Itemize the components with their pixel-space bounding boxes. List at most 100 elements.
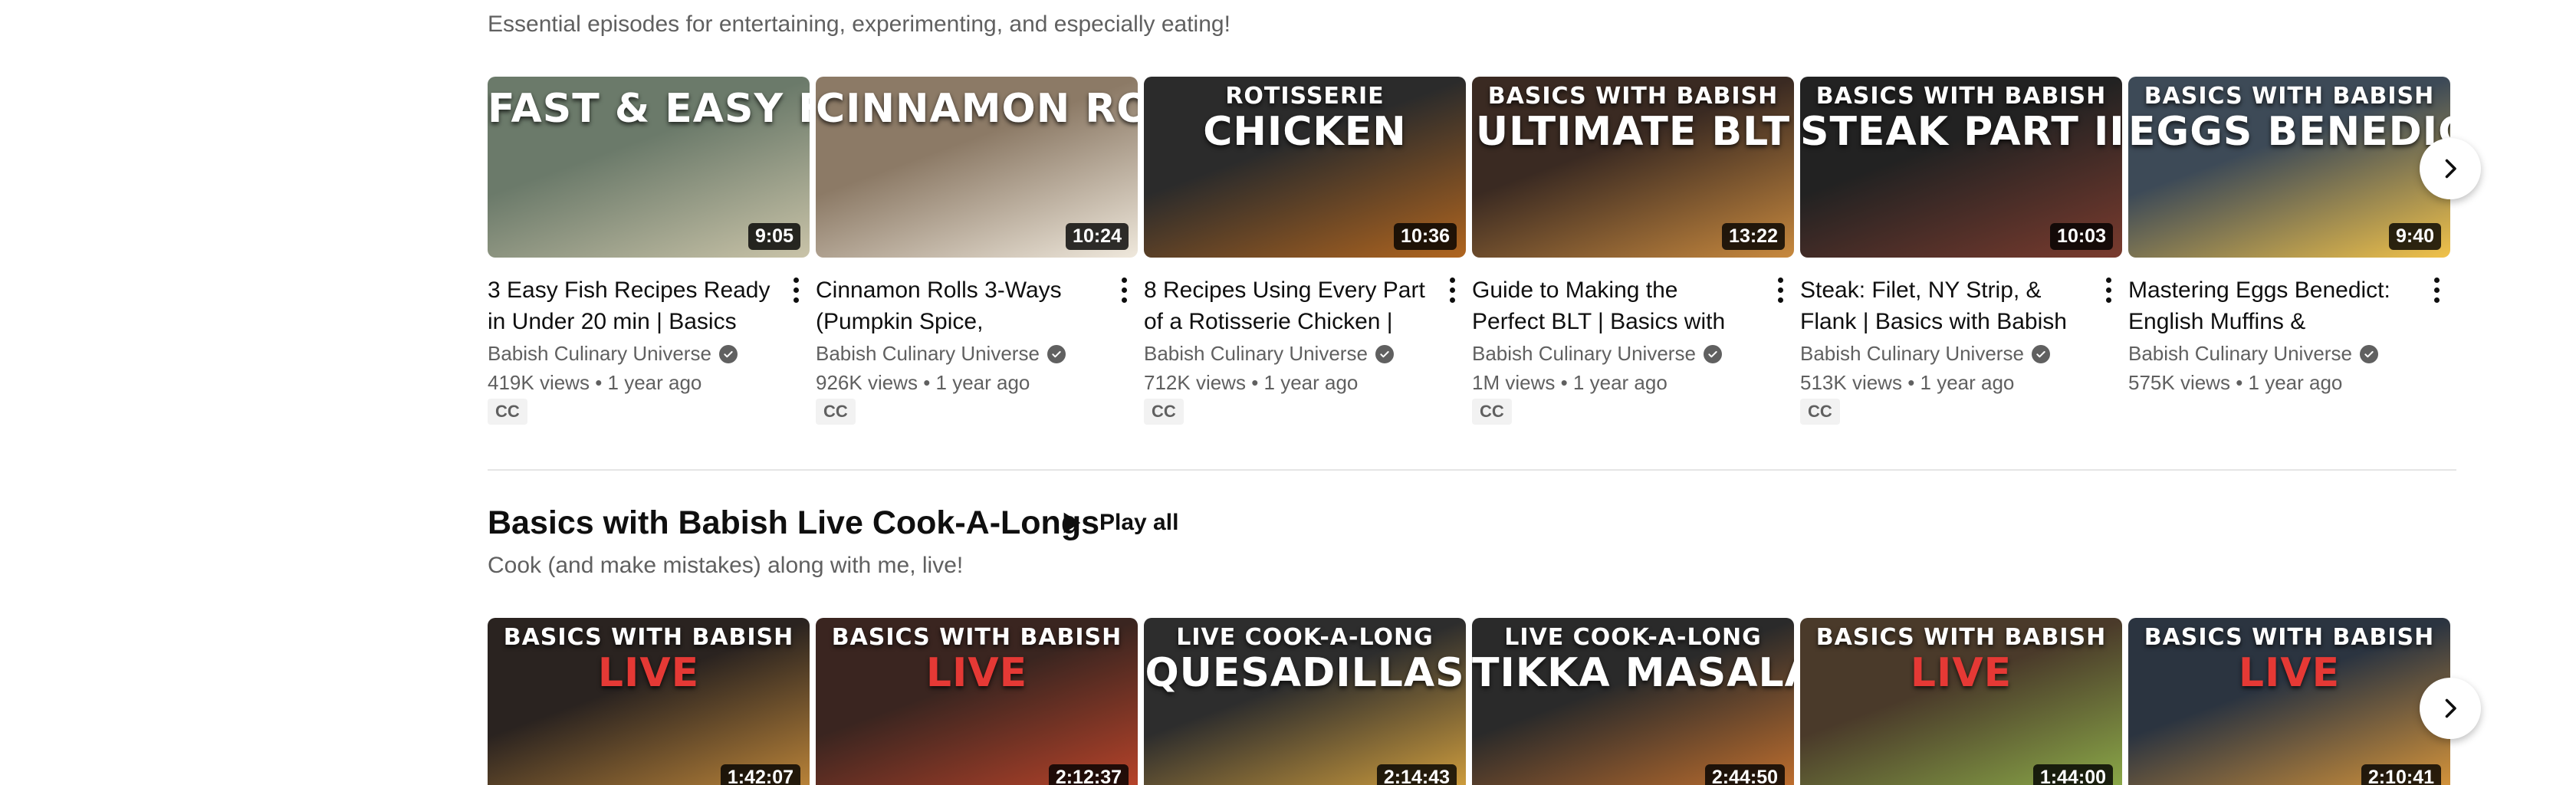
meta-separator: • <box>2229 371 2249 394</box>
upload-age: 1 year ago <box>1263 371 1359 394</box>
channel-name[interactable]: Babish Culinary Universe <box>816 342 1066 366</box>
more-vert-icon[interactable] <box>1444 274 1460 305</box>
view-count: 419K views <box>488 371 590 394</box>
video-thumbnail[interactable]: BASICS WITH BABISH STEAK PART II 10:03 <box>1800 77 2122 258</box>
video-title[interactable]: Cinnamon Rolls 3-Ways (Pumpkin Spice, St… <box>816 274 1099 337</box>
thumbnail-title: LIVE <box>597 650 700 696</box>
video-duration: 9:05 <box>748 223 800 250</box>
cc-badge: CC <box>1472 399 1512 425</box>
video-duration: 10:03 <box>2050 223 2113 250</box>
meta-separator: • <box>1901 371 1921 394</box>
video-card[interactable]: CINNAMON ROLLS 10:24 Cinnamon Rolls 3-Ways… <box>816 77 1138 425</box>
verified-check-icon <box>718 344 738 363</box>
video-thumbnail[interactable]: ROTISSERIE CHICKEN 10:36 <box>1144 77 1466 258</box>
video-card[interactable]: BASICS WITH BABISH LIVE 2:12:37 <box>816 618 1138 785</box>
more-vert-icon[interactable] <box>2101 274 2116 305</box>
upload-age: 1 year ago <box>935 371 1030 394</box>
thumbnail-subtitle: BASICS WITH BABISH <box>2144 624 2435 651</box>
more-vert-icon[interactable] <box>1773 274 1788 305</box>
video-duration: 1:44:00 <box>2032 764 2113 785</box>
video-card[interactable]: BASICS WITH BABISH STEAK PART II 10:03 Stea… <box>1800 77 2122 425</box>
cc-badge: CC <box>1144 399 1184 425</box>
channel-name[interactable]: Babish Culinary Universe <box>1800 342 2050 366</box>
video-duration: 13:22 <box>1722 223 1785 250</box>
meta-separator: • <box>589 371 608 394</box>
video-duration: 10:24 <box>1066 223 1129 250</box>
video-card[interactable]: LIVE COOK-A-LONG TIKKA MASALA 2:44:50 <box>1472 618 1794 785</box>
thumbnail-subtitle: BASICS WITH BABISH <box>503 624 794 651</box>
section-title[interactable]: Basics with Babish Live Cook-A-Longs <box>488 503 1099 543</box>
thumbnail-subtitle: ROTISSERIE <box>1225 83 1385 110</box>
channel-name[interactable]: Babish Culinary Universe <box>1472 342 1722 366</box>
thumbnail-title: ULTIMATE BLT <box>1475 109 1791 155</box>
video-thumbnail[interactable]: LIVE COOK-A-LONG QUESADILLAS 2:14:43 <box>1144 618 1466 785</box>
video-card[interactable]: BASICS WITH BABISH LIVE 1:42:07 <box>488 618 810 785</box>
video-card[interactable]: BASICS WITH BABISHEGGS BENEDICT 9:40 Maste… <box>2128 77 2450 394</box>
video-thumbnail[interactable]: BASICS WITH BABISH LIVE 2:12:37 <box>816 618 1138 785</box>
video-title[interactable]: Steak: Filet, NY Strip, & Flank | Basics… <box>1800 274 2084 337</box>
channel-name-label: Babish Culinary Universe <box>1800 342 2024 365</box>
video-card[interactable]: BASICS WITH BABISH LIVE 1:44:00 <box>1800 618 2122 785</box>
play-icon <box>1063 512 1081 534</box>
channel-name[interactable]: Babish Culinary Universe <box>2128 342 2378 366</box>
video-duration: 1:42:07 <box>720 764 800 785</box>
meta-separator: • <box>917 371 936 394</box>
video-thumbnail[interactable]: BASICS WITH BABISH LIVE 2:10:41 <box>2128 618 2450 785</box>
more-vert-icon[interactable] <box>788 274 803 305</box>
chevron-right-icon <box>2445 698 2456 718</box>
more-vert-icon[interactable] <box>1116 274 1132 305</box>
thumbnail-subtitle: BASICS WITH BABISH <box>831 624 1122 651</box>
meta-separator: • <box>1555 371 1573 394</box>
shelf-row-1: FAST & EASY FISH 9:05 3 Easy Fish Recipes … <box>488 77 2456 437</box>
view-count: 575K views <box>2128 371 2230 394</box>
thumbnail-subtitle: BASICS WITH BABISH <box>2144 83 2435 110</box>
thumbnail-title: CINNAMON ROLLS <box>816 86 1138 132</box>
video-title[interactable]: 3 Easy Fish Recipes Ready in Under 20 mi… <box>488 274 771 337</box>
channel-name-label: Babish Culinary Universe <box>2128 342 2352 365</box>
channel-name-label: Babish Culinary Universe <box>1144 342 1368 365</box>
shelf-row-2: BASICS WITH BABISH LIVE 1:42:07 BASICS WITH… <box>488 618 2456 785</box>
thumbnail-subtitle: LIVE COOK-A-LONG <box>1504 624 1762 651</box>
thumbnail-subtitle: BASICS WITH BABISH <box>1815 83 2107 110</box>
play-all-button[interactable]: Play all <box>1040 496 1194 550</box>
channel-name[interactable]: Babish Culinary Universe <box>488 342 738 366</box>
video-duration: 2:12:37 <box>1048 764 1129 785</box>
more-vert-icon[interactable] <box>2429 274 2444 305</box>
video-metadata: 926K views • 1 year ago <box>816 371 1030 395</box>
video-thumbnail[interactable]: LIVE COOK-A-LONG TIKKA MASALA 2:44:50 <box>1472 618 1794 785</box>
video-card[interactable]: FAST & EASY FISH 9:05 3 Easy Fish Recipes … <box>488 77 810 425</box>
thumbnail-subtitle: BASICS WITH BABISH <box>1815 624 2107 651</box>
video-card[interactable]: ROTISSERIE CHICKEN 10:36 8 Recipes Using Ev… <box>1144 77 1466 425</box>
verified-check-icon <box>1375 344 1394 363</box>
upload-age: 1 year ago <box>1572 371 1668 394</box>
channel-name-label: Babish Culinary Universe <box>488 342 711 365</box>
thumbnail-title: LIVE <box>925 650 1028 696</box>
upload-age: 1 year ago <box>607 371 702 394</box>
view-count: 1M views <box>1472 371 1556 394</box>
thumbnail-title: LIVE <box>1910 650 2013 696</box>
video-title[interactable]: 8 Recipes Using Every Part of a Rotisser… <box>1144 274 1428 337</box>
video-card[interactable]: BASICS WITH BABISH ULTIMATE BLT 13:22 Guide… <box>1472 77 1794 425</box>
video-thumbnail[interactable]: FAST & EASY FISH 9:05 <box>488 77 810 258</box>
video-metadata: 419K views • 1 year ago <box>488 371 702 395</box>
thumbnail-title: EGGS BENEDICT <box>2128 109 2450 155</box>
upload-age: 1 year ago <box>2248 371 2343 394</box>
video-card[interactable]: BASICS WITH BABISH LIVE 2:10:41 <box>2128 618 2450 785</box>
shelf-next-button[interactable] <box>2420 678 2481 739</box>
upload-age: 1 year ago <box>1920 371 2015 394</box>
video-thumbnail[interactable]: BASICS WITH BABISH ULTIMATE BLT 13:22 <box>1472 77 1794 258</box>
video-thumbnail[interactable]: BASICS WITH BABISHEGGS BENEDICT 9:40 <box>2128 77 2450 258</box>
video-card[interactable]: LIVE COOK-A-LONG QUESADILLAS 2:14:43 <box>1144 618 1466 785</box>
video-thumbnail[interactable]: BASICS WITH BABISH LIVE 1:44:00 <box>1800 618 2122 785</box>
video-thumbnail[interactable]: BASICS WITH BABISH LIVE 1:42:07 <box>488 618 810 785</box>
verified-check-icon <box>2359 344 2378 363</box>
video-title[interactable]: Guide to Making the Perfect BLT | Basics… <box>1472 274 1756 337</box>
video-thumbnail[interactable]: CINNAMON ROLLS 10:24 <box>816 77 1138 258</box>
channel-name[interactable]: Babish Culinary Universe <box>1144 342 1394 366</box>
meta-separator: • <box>1245 371 1264 394</box>
thumbnail-subtitle: BASICS WITH BABISH <box>1487 83 1779 110</box>
cc-badge: CC <box>816 399 856 425</box>
view-count: 712K views <box>1144 371 1246 394</box>
shelf-next-button[interactable] <box>2420 138 2481 199</box>
video-title[interactable]: Mastering Eggs Benedict: English Muffins… <box>2128 274 2412 337</box>
